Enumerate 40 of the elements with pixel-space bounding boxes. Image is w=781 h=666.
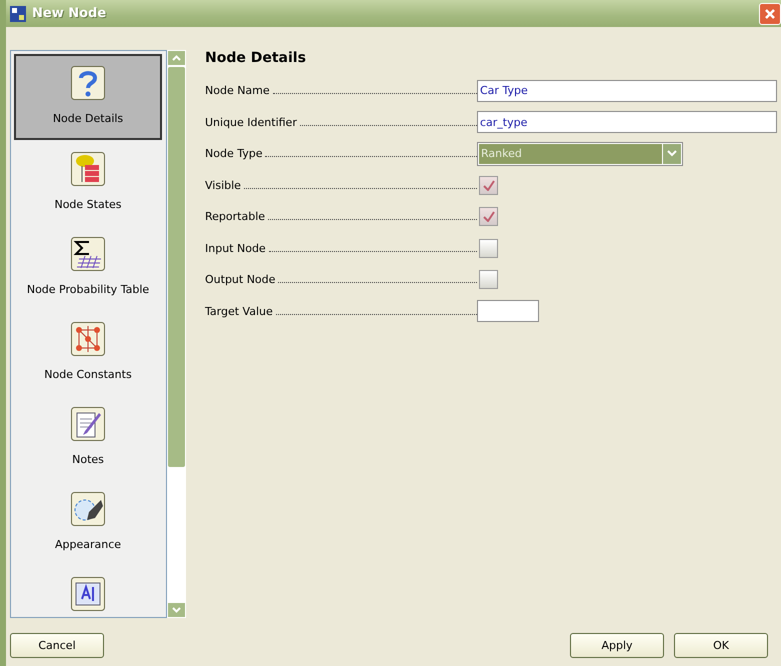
network-icon	[71, 322, 105, 356]
close-icon	[764, 8, 776, 20]
pen-nib-icon	[71, 492, 105, 526]
sidebar-item[interactable]: Node Constants	[14, 311, 162, 395]
field-label: Node Name	[205, 84, 270, 98]
check-icon	[482, 211, 494, 222]
notepad-pen-icon	[71, 407, 105, 441]
dialog-button[interactable]: Cancel	[10, 633, 104, 658]
field-label: Unique Identifier	[205, 116, 297, 129]
sidebar-item[interactable]: Node Details	[14, 54, 162, 140]
field-label: Visible	[205, 178, 241, 192]
close-button[interactable]	[759, 2, 781, 24]
text-field[interactable]	[477, 300, 539, 322]
field-label: Reportable	[205, 210, 266, 224]
field-label: Node Type	[205, 147, 262, 160]
sidebar-item[interactable]: Node States	[14, 141, 162, 225]
check-icon	[482, 180, 494, 191]
app-icon	[10, 6, 26, 22]
section-heading: Node Details	[205, 50, 307, 66]
text-field[interactable]: car_type	[477, 111, 777, 134]
scroll-down-button[interactable]	[167, 602, 186, 618]
window-title: New Node	[32, 6, 108, 21]
scrollbar[interactable]	[167, 50, 186, 618]
question-mark-icon	[71, 66, 105, 100]
scroll-up-button[interactable]	[167, 50, 186, 66]
dialog-button[interactable]: OK	[674, 633, 768, 658]
scroll-thumb[interactable]	[168, 67, 185, 467]
field-label: Output Node	[205, 273, 276, 286]
field-label: Input Node	[205, 242, 266, 255]
checkbox[interactable]	[479, 238, 498, 258]
sidebar-item[interactable]: Appearance	[14, 481, 162, 565]
text-format-icon	[71, 577, 105, 611]
sigma-table-icon	[71, 237, 105, 271]
text-field[interactable]: Car Type	[477, 80, 777, 102]
field-label: Target Value	[205, 304, 273, 318]
dialog-button[interactable]: Apply	[570, 633, 664, 658]
sidebar-item[interactable]: Node Probability Table	[14, 226, 162, 310]
checkbox[interactable]	[479, 270, 498, 290]
sidebar-item[interactable]: Notes	[14, 396, 162, 480]
node-states-icon	[71, 152, 105, 186]
